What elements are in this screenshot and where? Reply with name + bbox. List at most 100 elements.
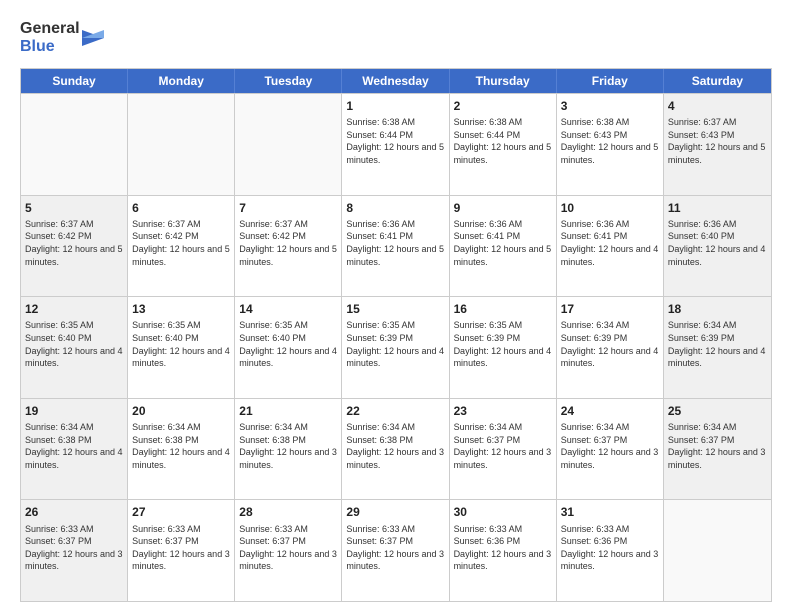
calendar: SundayMondayTuesdayWednesdayThursdayFrid… — [20, 68, 772, 602]
calendar-cell-day-13: 13Sunrise: 6:35 AM Sunset: 6:40 PM Dayli… — [128, 297, 235, 398]
day-number: 19 — [25, 403, 123, 419]
calendar-week-3: 12 Sunrise: 6:35 AM Sunset: 6:40 PM Dayli… — [21, 296, 771, 398]
header-day-monday: Monday — [128, 69, 235, 93]
day-info: Sunrise: 6:34 AM Sunset: 6:38 PM Dayligh… — [239, 421, 337, 471]
calendar-week-4: 19 Sunrise: 6:34 AM Sunset: 6:38 PM Dayli… — [21, 398, 771, 500]
day-number: 1 — [346, 98, 444, 114]
day-number: 17 — [561, 301, 659, 317]
day-info: Sunrise: 6:35 AM Sunset: 6:39 PM Dayligh… — [454, 319, 552, 369]
day-number: 31 — [561, 504, 659, 520]
calendar-cell-day-24: 24 Sunrise: 6:34 AM Sunset: 6:37 PM Dayli… — [557, 399, 664, 500]
header-day-thursday: Thursday — [450, 69, 557, 93]
calendar-cell-day-4: 4Sunrise: 6:37 AM Sunset: 6:43 PM Daylig… — [664, 94, 771, 195]
calendar-cell-day-27: 27 Sunrise: 6:33 AM Sunset: 6:37 PM Dayli… — [128, 500, 235, 601]
day-info: Sunrise: 6:34 AM Sunset: 6:38 PM Dayligh… — [346, 421, 444, 471]
day-info: Sunrise: 6:33 AM Sunset: 6:37 PM Dayligh… — [132, 523, 230, 573]
day-number: 4 — [668, 98, 767, 114]
day-info: Sunrise: 6:33 AM Sunset: 6:36 PM Dayligh… — [561, 523, 659, 573]
day-number: 26 — [25, 504, 123, 520]
day-info: Sunrise: 6:35 AM Sunset: 6:40 PM Dayligh… — [132, 319, 230, 369]
calendar-header: SundayMondayTuesdayWednesdayThursdayFrid… — [21, 69, 771, 93]
day-number: 29 — [346, 504, 444, 520]
day-number: 23 — [454, 403, 552, 419]
calendar-body: 1 Sunrise: 6:38 AM Sunset: 6:44 PM Daylig… — [21, 93, 771, 601]
day-number: 14 — [239, 301, 337, 317]
header-day-saturday: Saturday — [664, 69, 771, 93]
calendar-cell-empty — [235, 94, 342, 195]
calendar-cell-day-9: 9 Sunrise: 6:36 AM Sunset: 6:41 PM Daylig… — [450, 196, 557, 297]
header-day-tuesday: Tuesday — [235, 69, 342, 93]
calendar-week-1: 1 Sunrise: 6:38 AM Sunset: 6:44 PM Daylig… — [21, 93, 771, 195]
day-info: Sunrise: 6:34 AM Sunset: 6:37 PM Dayligh… — [454, 421, 552, 471]
day-number: 15 — [346, 301, 444, 317]
day-number: 22 — [346, 403, 444, 419]
logo-text-group: General Blue — [20, 20, 80, 55]
calendar-cell-day-31: 31 Sunrise: 6:33 AM Sunset: 6:36 PM Dayli… — [557, 500, 664, 601]
calendar-cell-empty — [128, 94, 235, 195]
day-info: Sunrise: 6:34 AM Sunset: 6:39 PM Dayligh… — [561, 319, 659, 369]
calendar-cell-day-25: 25 Sunrise: 6:34 AM Sunset: 6:37 PM Dayli… — [664, 399, 771, 500]
calendar-cell-empty — [664, 500, 771, 601]
calendar-cell-day-17: 17 Sunrise: 6:34 AM Sunset: 6:39 PM Dayli… — [557, 297, 664, 398]
page: General Blue SundayMondayTuesdayWednesda… — [0, 0, 792, 612]
day-info: Sunrise: 6:33 AM Sunset: 6:37 PM Dayligh… — [239, 523, 337, 573]
calendar-cell-day-3: 3 Sunrise: 6:38 AM Sunset: 6:43 PM Daylig… — [557, 94, 664, 195]
day-info: Sunrise: 6:35 AM Sunset: 6:40 PM Dayligh… — [239, 319, 337, 369]
day-number: 27 — [132, 504, 230, 520]
calendar-cell-day-15: 15Sunrise: 6:35 AM Sunset: 6:39 PM Dayli… — [342, 297, 449, 398]
header-day-friday: Friday — [557, 69, 664, 93]
calendar-cell-day-11: 11 Sunrise: 6:36 AM Sunset: 6:40 PM Dayli… — [664, 196, 771, 297]
day-info: Sunrise: 6:37 AM Sunset: 6:42 PM Dayligh… — [25, 218, 123, 268]
calendar-cell-day-20: 20 Sunrise: 6:34 AM Sunset: 6:38 PM Dayli… — [128, 399, 235, 500]
calendar-week-5: 26 Sunrise: 6:33 AM Sunset: 6:37 PM Dayli… — [21, 499, 771, 601]
day-number: 10 — [561, 200, 659, 216]
calendar-cell-day-7: 7Sunrise: 6:37 AM Sunset: 6:42 PM Daylig… — [235, 196, 342, 297]
calendar-cell-day-22: 22 Sunrise: 6:34 AM Sunset: 6:38 PM Dayli… — [342, 399, 449, 500]
day-info: Sunrise: 6:37 AM Sunset: 6:42 PM Dayligh… — [239, 218, 337, 268]
calendar-cell-empty — [21, 94, 128, 195]
day-info: Sunrise: 6:36 AM Sunset: 6:41 PM Dayligh… — [561, 218, 659, 268]
day-info: Sunrise: 6:33 AM Sunset: 6:37 PM Dayligh… — [25, 523, 123, 573]
day-number: 5 — [25, 200, 123, 216]
day-info: Sunrise: 6:38 AM Sunset: 6:44 PM Dayligh… — [454, 116, 552, 166]
day-number: 2 — [454, 98, 552, 114]
day-info: Sunrise: 6:36 AM Sunset: 6:40 PM Dayligh… — [668, 218, 767, 268]
logo: General Blue — [20, 20, 104, 56]
day-info: Sunrise: 6:34 AM Sunset: 6:37 PM Dayligh… — [668, 421, 767, 471]
logo-arrow-icon — [82, 20, 104, 56]
calendar-cell-day-2: 2 Sunrise: 6:38 AM Sunset: 6:44 PM Daylig… — [450, 94, 557, 195]
day-info: Sunrise: 6:36 AM Sunset: 6:41 PM Dayligh… — [454, 218, 552, 268]
header: General Blue — [20, 20, 772, 56]
day-info: Sunrise: 6:33 AM Sunset: 6:36 PM Dayligh… — [454, 523, 552, 573]
calendar-cell-day-1: 1 Sunrise: 6:38 AM Sunset: 6:44 PM Daylig… — [342, 94, 449, 195]
day-info: Sunrise: 6:34 AM Sunset: 6:37 PM Dayligh… — [561, 421, 659, 471]
calendar-cell-day-8: 8Sunrise: 6:36 AM Sunset: 6:41 PM Daylig… — [342, 196, 449, 297]
day-number: 18 — [668, 301, 767, 317]
calendar-cell-day-6: 6Sunrise: 6:37 AM Sunset: 6:42 PM Daylig… — [128, 196, 235, 297]
day-info: Sunrise: 6:33 AM Sunset: 6:37 PM Dayligh… — [346, 523, 444, 573]
day-info: Sunrise: 6:35 AM Sunset: 6:40 PM Dayligh… — [25, 319, 123, 369]
calendar-cell-day-12: 12 Sunrise: 6:35 AM Sunset: 6:40 PM Dayli… — [21, 297, 128, 398]
day-number: 9 — [454, 200, 552, 216]
logo-container: General Blue — [20, 20, 104, 56]
header-day-wednesday: Wednesday — [342, 69, 449, 93]
calendar-cell-day-19: 19 Sunrise: 6:34 AM Sunset: 6:38 PM Dayli… — [21, 399, 128, 500]
calendar-week-2: 5 Sunrise: 6:37 AM Sunset: 6:42 PM Daylig… — [21, 195, 771, 297]
calendar-cell-day-23: 23 Sunrise: 6:34 AM Sunset: 6:37 PM Dayli… — [450, 399, 557, 500]
day-number: 20 — [132, 403, 230, 419]
day-info: Sunrise: 6:34 AM Sunset: 6:38 PM Dayligh… — [132, 421, 230, 471]
day-info: Sunrise: 6:38 AM Sunset: 6:43 PM Dayligh… — [561, 116, 659, 166]
day-info: Sunrise: 6:36 AM Sunset: 6:41 PM Dayligh… — [346, 218, 444, 268]
day-number: 11 — [668, 200, 767, 216]
day-number: 24 — [561, 403, 659, 419]
calendar-cell-day-18: 18Sunrise: 6:34 AM Sunset: 6:39 PM Dayli… — [664, 297, 771, 398]
day-number: 25 — [668, 403, 767, 419]
logo-general-text: General — [20, 20, 80, 38]
day-info: Sunrise: 6:34 AM Sunset: 6:38 PM Dayligh… — [25, 421, 123, 471]
day-number: 3 — [561, 98, 659, 114]
day-number: 12 — [25, 301, 123, 317]
day-info: Sunrise: 6:38 AM Sunset: 6:44 PM Dayligh… — [346, 116, 444, 166]
calendar-cell-day-16: 16Sunrise: 6:35 AM Sunset: 6:39 PM Dayli… — [450, 297, 557, 398]
logo-blue-text: Blue — [20, 38, 80, 56]
day-number: 30 — [454, 504, 552, 520]
